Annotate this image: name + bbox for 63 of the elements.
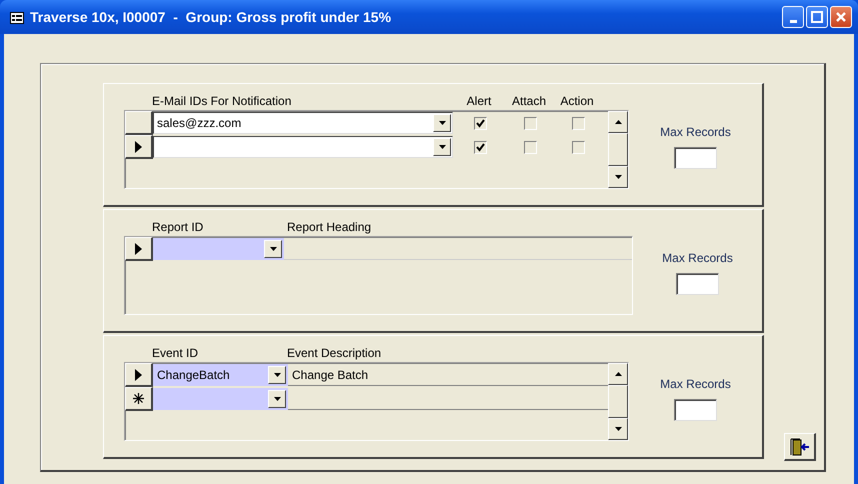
up-arrow-icon <box>614 120 622 124</box>
row-selector[interactable] <box>125 135 153 159</box>
email-combo-box[interactable]: sales@zzz.com <box>153 112 453 134</box>
maximize-button[interactable] <box>806 6 828 28</box>
caret-icon <box>274 373 280 377</box>
checkbox[interactable] <box>572 116 584 130</box>
caret-icon <box>438 121 446 125</box>
caret-icon <box>270 247 276 251</box>
caret-icon <box>274 397 280 401</box>
up-arrow-icon <box>614 372 622 376</box>
current-record-icon <box>135 368 142 380</box>
scroll-down-button[interactable] <box>608 166 628 188</box>
dropdown-button[interactable] <box>433 114 451 132</box>
checkbox[interactable] <box>524 140 536 154</box>
checkbox[interactable] <box>524 116 536 130</box>
caret-icon <box>438 145 446 149</box>
column-header: Report ID <box>152 219 204 236</box>
form-icon <box>10 12 24 24</box>
window-title: Traverse 10x, I00007 - Group: Gross profit under 15% <box>30 8 392 27</box>
row-selector[interactable] <box>125 387 153 411</box>
maximize-icon <box>811 11 823 23</box>
checkbox[interactable] <box>572 140 584 154</box>
event-description-text: Change Batch <box>292 366 368 384</box>
row-selector[interactable] <box>125 363 153 387</box>
max-records-field[interactable] <box>674 398 717 420</box>
scroll-up-button[interactable] <box>608 111 628 133</box>
minimize-icon <box>790 20 796 22</box>
current-record-icon <box>135 140 142 152</box>
column-header: Action <box>559 93 595 110</box>
column-header: E-Mail IDs For Notification <box>152 93 292 110</box>
column-header: Event Description <box>287 345 382 362</box>
row-selector[interactable] <box>125 237 153 261</box>
field-label: Max Records <box>660 124 731 140</box>
scroll-up-button[interactable] <box>608 363 628 385</box>
email-text: sales@zzz.com <box>156 115 242 132</box>
event-id-combo-box[interactable]: ChangeBatch <box>153 364 288 386</box>
max-records-field[interactable] <box>676 272 719 294</box>
event-id-text: ChangeBatch <box>156 367 231 384</box>
column-header: Event ID <box>152 345 200 362</box>
checkbox[interactable] <box>474 116 486 130</box>
exit-button[interactable] <box>784 433 816 461</box>
checkbox[interactable] <box>474 140 486 154</box>
down-arrow-icon <box>614 427 622 431</box>
minimize-button[interactable] <box>782 6 804 28</box>
max-records-field[interactable] <box>674 146 717 168</box>
field-label: Max Records <box>662 250 733 266</box>
close-icon <box>835 11 847 23</box>
dropdown-button[interactable] <box>268 366 286 384</box>
column-header: Attach <box>510 93 548 110</box>
dropdown-button[interactable] <box>433 138 451 156</box>
scroll-down-button[interactable] <box>608 418 628 440</box>
dropdown-button[interactable] <box>268 390 286 408</box>
new-record-icon <box>133 393 144 404</box>
row-selector[interactable] <box>125 111 153 135</box>
column-header: Alert <box>466 93 492 110</box>
current-record-icon <box>135 242 142 254</box>
close-button[interactable] <box>830 6 852 28</box>
dropdown-button[interactable] <box>264 240 282 258</box>
email-combo-box[interactable] <box>153 136 453 158</box>
column-header: Report Heading <box>287 219 372 236</box>
field-label: Max Records <box>660 376 731 392</box>
door-icon <box>790 438 810 456</box>
down-arrow-icon <box>614 175 622 179</box>
